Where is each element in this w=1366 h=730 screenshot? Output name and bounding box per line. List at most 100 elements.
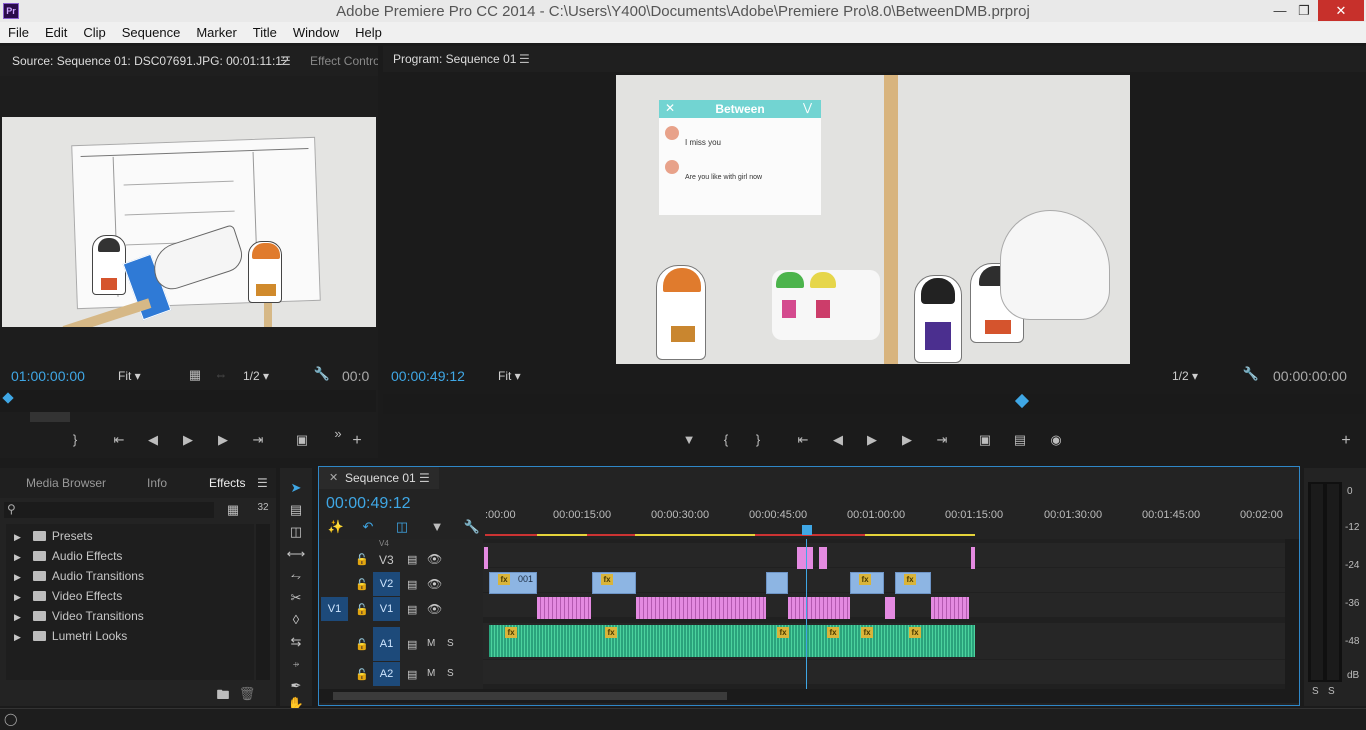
menu-sequence[interactable]: Sequence: [114, 22, 189, 40]
delete-trash-icon[interactable]: 🗑: [236, 686, 258, 702]
sync-lock-icon[interactable]: ▤: [407, 668, 417, 681]
track-v2-label[interactable]: V2: [373, 572, 400, 596]
program-zoom-select[interactable]: Fit: [498, 369, 558, 383]
tree-item-video-effects[interactable]: ▶ Video Effects: [14, 586, 122, 606]
scroll-thumb[interactable]: [333, 692, 727, 700]
timeline-panel-menu-icon[interactable]: ☰: [419, 471, 430, 485]
32bit-effects-icon[interactable]: 32: [252, 502, 274, 513]
tab-effects[interactable]: Effects: [209, 468, 245, 498]
extract-icon[interactable]: ▤: [1009, 432, 1031, 448]
button-editor-icon[interactable]: +: [1335, 432, 1357, 450]
v1-clip[interactable]: [788, 597, 850, 619]
tree-item-lumetri-looks[interactable]: ▶ Lumetri Looks: [14, 626, 127, 646]
mark-out-icon[interactable]: }: [64, 432, 86, 447]
add-marker-icon[interactable]: ▼: [678, 432, 700, 447]
play-icon[interactable]: ▶: [177, 432, 199, 448]
tree-item-audio-effects[interactable]: ▶ Audio Effects: [14, 546, 122, 566]
export-frame-camera-icon[interactable]: ◉: [1045, 432, 1067, 448]
solo-button[interactable]: S: [447, 638, 454, 649]
mark-in-icon[interactable]: {: [715, 432, 737, 447]
close-button[interactable]: ✕: [1318, 0, 1364, 21]
program-timecode[interactable]: 00:00:49:12: [391, 368, 465, 384]
timeline-ruler[interactable]: :00:00 00:00:15:00 00:00:30:00 00:00:45:…: [483, 507, 1299, 539]
eye-icon[interactable]: 👁: [427, 552, 442, 566]
timeline-settings-wrench-icon[interactable]: 🔧: [461, 519, 483, 535]
mute-button[interactable]: M: [427, 668, 435, 679]
track-area[interactable]: fx 001 fx fx fx fx fx fx fx fx fx: [483, 539, 1285, 689]
insert-icon[interactable]: ▣: [291, 432, 313, 448]
effects-search-input[interactable]: ⚲: [4, 502, 214, 518]
lock-icon[interactable]: 🔓: [355, 668, 369, 681]
nest-sequence-icon[interactable]: ✨: [325, 519, 347, 535]
v1-clip[interactable]: [636, 597, 766, 619]
sync-lock-icon[interactable]: ▤: [407, 553, 417, 566]
program-panel-menu-icon[interactable]: ☰: [519, 46, 530, 72]
menu-clip[interactable]: Clip: [75, 22, 113, 40]
go-to-out-icon[interactable]: ⇥: [247, 432, 269, 448]
timeline-playhead[interactable]: [802, 525, 812, 535]
sync-lock-icon[interactable]: ▤: [407, 638, 417, 651]
slide-tool-icon[interactable]: ⍆: [284, 656, 308, 672]
v2-clip[interactable]: fx: [850, 572, 884, 594]
track-a1-label[interactable]: A1: [373, 627, 400, 661]
v1-clip[interactable]: [885, 597, 895, 619]
step-forward-icon[interactable]: ▶​: [212, 432, 234, 448]
tree-item-video-transitions[interactable]: ▶ Video Transitions: [14, 606, 144, 626]
menu-marker[interactable]: Marker: [188, 22, 244, 40]
v2-clip[interactable]: fx: [895, 572, 931, 594]
restore-button[interactable]: ❐: [1290, 0, 1318, 21]
selection-tool-icon[interactable]: ➤: [284, 480, 308, 496]
source-zoom-select[interactable]: Fit: [118, 369, 174, 383]
ripple-edit-tool-icon[interactable]: ◫: [284, 524, 308, 540]
v1-clip[interactable]: [537, 597, 591, 619]
program-resolution-select[interactable]: 1/2: [1172, 369, 1232, 383]
v3-clip[interactable]: [484, 547, 488, 569]
lock-icon[interactable]: 🔓: [355, 603, 369, 616]
source-zoom-scrollbar[interactable]: [30, 412, 70, 422]
razor-blade-tool-icon[interactable]: ◊: [284, 612, 308, 627]
effects-scrollbar[interactable]: [256, 524, 270, 680]
solo-right-button[interactable]: S: [1328, 686, 1335, 697]
pen-tool-icon[interactable]: ✒: [284, 678, 308, 694]
menu-file[interactable]: File: [0, 22, 37, 40]
razor-tool-icon[interactable]: ✂: [284, 590, 308, 606]
program-settings-wrench-icon[interactable]: 🔧: [1240, 366, 1262, 382]
v2-clip[interactable]: fx: [592, 572, 636, 594]
track-v1-label[interactable]: V1: [373, 597, 400, 621]
rate-stretch-tool-icon[interactable]: ⥊: [284, 568, 308, 584]
timeline-horizontal-scrollbar[interactable]: [319, 689, 1299, 703]
tab-effect-controls[interactable]: Effect Contro: [310, 46, 378, 76]
tab-info[interactable]: Info: [147, 468, 167, 498]
track-a2-label[interactable]: A2: [373, 662, 400, 686]
drag-video-icon[interactable]: ⇔: [210, 367, 232, 382]
eye-icon[interactable]: 👁: [427, 577, 442, 591]
solo-left-button[interactable]: S: [1312, 686, 1319, 697]
track-v3-label[interactable]: V3: [379, 553, 394, 567]
menu-edit[interactable]: Edit: [37, 22, 75, 40]
eye-icon[interactable]: 👁: [427, 602, 442, 616]
track-select-tool-icon[interactable]: ▤: [284, 502, 308, 518]
v3-clip[interactable]: [971, 547, 975, 569]
tab-program[interactable]: Program: Sequence 01: [393, 46, 516, 72]
tab-media-browser[interactable]: Media Browser: [26, 468, 106, 498]
lock-icon[interactable]: 🔓: [355, 578, 369, 591]
sync-lock-icon[interactable]: ▤: [407, 578, 417, 591]
go-to-out-icon[interactable]: ⇥: [931, 432, 953, 448]
add-marker-icon[interactable]: ▼: [426, 519, 448, 534]
program-time-ruler[interactable]: [383, 393, 1364, 414]
button-editor-icon[interactable]: +: [346, 432, 368, 450]
menu-title[interactable]: Title: [245, 22, 285, 40]
source-timecode[interactable]: 01:00:00:00: [11, 368, 85, 384]
effects-panel-menu-icon[interactable]: ☰: [257, 468, 268, 498]
a1-audio-clip[interactable]: fx fx fx fx fx fx: [489, 625, 975, 657]
v3-clip[interactable]: [797, 547, 813, 569]
play-icon[interactable]: ▶: [861, 432, 883, 448]
accelerated-effects-icon[interactable]: ▦: [222, 502, 244, 518]
v2-clip[interactable]: [766, 572, 788, 594]
panel-menu-icon[interactable]: ☰: [280, 46, 291, 76]
go-to-in-icon[interactable]: ⇤: [792, 432, 814, 448]
new-bin-folder-icon[interactable]: 🖿: [212, 686, 234, 708]
mute-button[interactable]: M: [427, 638, 435, 649]
lock-icon[interactable]: 🔓: [355, 553, 369, 566]
linked-selection-icon[interactable]: ◫: [391, 519, 413, 535]
